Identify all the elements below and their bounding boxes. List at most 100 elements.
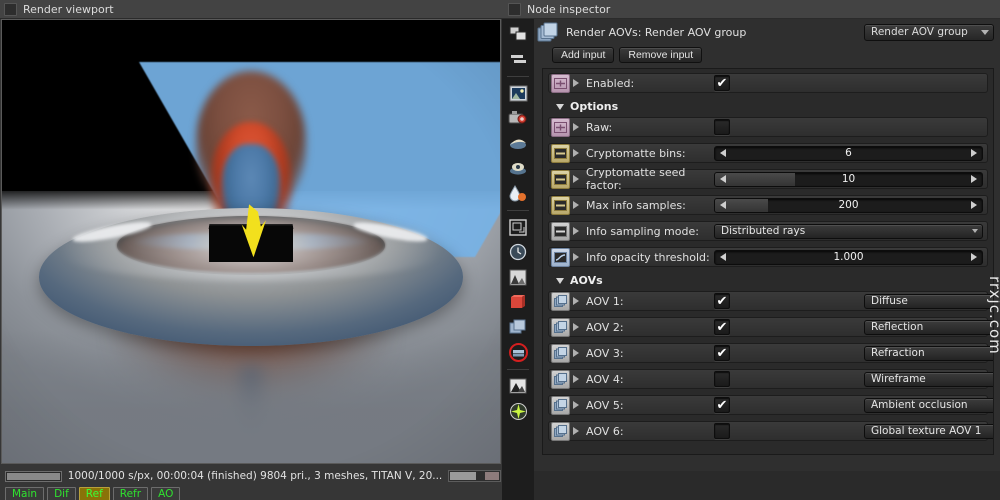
property-checkbox[interactable]: ✔ [714, 345, 730, 361]
render-horizontal-scrollbar[interactable] [448, 470, 501, 482]
property-row[interactable]: Max info samples: 200 [548, 195, 988, 215]
node-stack-icon[interactable] [507, 23, 529, 45]
expand-arrow-icon[interactable] [573, 149, 579, 157]
property-label: Enabled: [586, 76, 635, 90]
aov-controls: ✔ Refraction [714, 345, 994, 361]
property-row[interactable]: AOV 5: ✔ Ambient occlusion [548, 395, 993, 415]
property-checkbox[interactable]: ✔ [714, 75, 730, 91]
property-dropdown[interactable]: Refraction [864, 345, 994, 361]
property-row[interactable]: AOV 3: ✔ Refraction [548, 343, 993, 363]
checkmark-icon: ✔ [716, 75, 728, 91]
render-passes-icon[interactable] [507, 266, 529, 288]
material-icon[interactable] [507, 182, 529, 204]
expand-arrow-icon[interactable] [573, 375, 579, 383]
property-label: AOV 6: [586, 424, 624, 438]
property-row[interactable]: Enabled: ✔ [548, 73, 988, 93]
expand-arrow-icon[interactable] [573, 323, 579, 331]
property-checkbox[interactable]: ✔ [714, 319, 730, 335]
expand-arrow-icon[interactable] [573, 253, 579, 261]
light-icon[interactable] [507, 400, 529, 422]
node-type-selector[interactable]: Render AOV group [864, 23, 994, 41]
aov-enable-wrap [714, 371, 864, 387]
render-pass-tab-ref[interactable]: Ref [78, 487, 110, 500]
property-row[interactable]: Cryptomatte seed factor: 10 [548, 166, 988, 192]
render-canvas[interactable] [1, 19, 501, 464]
render-pass-tab-refr[interactable]: Refr [112, 487, 149, 500]
slider-increment-icon[interactable] [971, 175, 977, 183]
property-row[interactable]: AOV 2: ✔ Reflection [548, 317, 993, 337]
geometry-transform-icon[interactable] [507, 216, 529, 238]
property-row[interactable]: AOV 1: ✔ Diffuse [548, 291, 993, 311]
collapse-arrow-icon[interactable] [556, 103, 564, 110]
property-label: Info sampling mode: [586, 224, 699, 238]
aov-controls: ✔ Ambient occlusion [714, 397, 993, 413]
blue-stack-icon[interactable] [507, 316, 529, 338]
property-dropdown[interactable]: Ambient occlusion [864, 397, 993, 413]
expand-arrow-icon[interactable] [573, 175, 579, 183]
property-row[interactable]: AOV 4: Wireframe [548, 369, 993, 389]
render-pass-tab-dif[interactable]: Dif [47, 487, 76, 500]
render-pass-tab-ao[interactable]: AO [151, 487, 181, 500]
expand-arrow-icon[interactable] [573, 297, 579, 305]
property-slider[interactable]: 1.000 [714, 249, 983, 265]
scrollbar-end-marker[interactable] [485, 472, 499, 480]
expand-arrow-icon[interactable] [573, 427, 579, 435]
kernel-icon[interactable] [507, 157, 529, 179]
property-checkbox[interactable] [714, 423, 730, 439]
render-viewport-titlebar[interactable]: Render viewport [0, 0, 502, 19]
aov-enable-wrap: ✔ [714, 319, 864, 335]
property-group-header[interactable]: AOVs [548, 273, 988, 291]
chevron-down-icon [993, 429, 994, 433]
collapse-arrow-icon[interactable] [556, 277, 564, 284]
property-row[interactable]: Raw: [548, 117, 988, 137]
render-status-bar: 1000/1000 s/px, 00:00:04 (finished) 9804… [1, 466, 501, 500]
property-row[interactable]: Info sampling mode: Distributed rays [548, 221, 988, 241]
property-checkbox[interactable]: ✔ [714, 397, 730, 413]
render-pass-tab-main[interactable]: Main [5, 487, 45, 500]
red-cube-icon[interactable] [507, 291, 529, 313]
property-dropdown[interactable]: Distributed rays [714, 223, 983, 239]
slider-increment-icon[interactable] [971, 149, 977, 157]
aov-pin-icon [551, 291, 570, 311]
environment-icon[interactable] [507, 132, 529, 154]
node-inspector-titlebar[interactable]: Node inspector [502, 0, 1000, 19]
inspector-content: Render AOVs: Render AOV group Render AOV… [534, 19, 1000, 500]
expand-arrow-icon[interactable] [573, 79, 579, 87]
aov-pin-icon [551, 369, 570, 389]
imager-icon[interactable] [507, 375, 529, 397]
aov-pin-icon [551, 343, 570, 363]
chevron-down-icon [993, 351, 994, 355]
slider-increment-icon[interactable] [971, 201, 977, 209]
camera-icon[interactable] [507, 107, 529, 129]
expand-arrow-icon[interactable] [573, 401, 579, 409]
animation-clock-icon[interactable] [507, 241, 529, 263]
property-slider[interactable]: 6 [714, 145, 983, 161]
property-slider[interactable]: 10 [714, 171, 983, 187]
image-icon[interactable] [507, 82, 529, 104]
add-input-button[interactable]: Add input [552, 47, 615, 63]
node-graph-icon[interactable] [507, 48, 529, 70]
property-dropdown[interactable]: Wireframe [864, 371, 993, 387]
render-aov-icon[interactable] [507, 341, 529, 363]
property-checkbox[interactable] [714, 119, 730, 135]
property-checkbox[interactable] [714, 371, 730, 387]
remove-input-button[interactable]: Remove input [619, 47, 703, 63]
property-row[interactable]: AOV 6: Global texture AOV 1 [548, 421, 993, 441]
property-row[interactable]: Info opacity threshold: 1.000 [548, 247, 988, 267]
expand-arrow-icon[interactable] [573, 123, 579, 131]
property-slider[interactable]: 200 [714, 197, 983, 213]
render-aov-group-icon [536, 21, 558, 43]
expand-arrow-icon[interactable] [573, 349, 579, 357]
property-group-header[interactable]: Options [548, 99, 988, 117]
expand-arrow-icon[interactable] [573, 201, 579, 209]
enum-pin-icon [551, 221, 570, 241]
slider-increment-icon[interactable] [971, 253, 977, 261]
property-dropdown[interactable]: Reflection [864, 319, 993, 335]
property-dropdown[interactable]: Diffuse [864, 293, 993, 309]
expand-arrow-icon[interactable] [573, 227, 579, 235]
property-checkbox[interactable]: ✔ [714, 293, 730, 309]
property-dropdown[interactable]: Global texture AOV 1 [864, 423, 994, 439]
dropdown-value: Diffuse [871, 295, 908, 307]
property-row[interactable]: Cryptomatte bins: 6 [548, 143, 988, 163]
scrollbar-thumb[interactable] [450, 472, 477, 480]
